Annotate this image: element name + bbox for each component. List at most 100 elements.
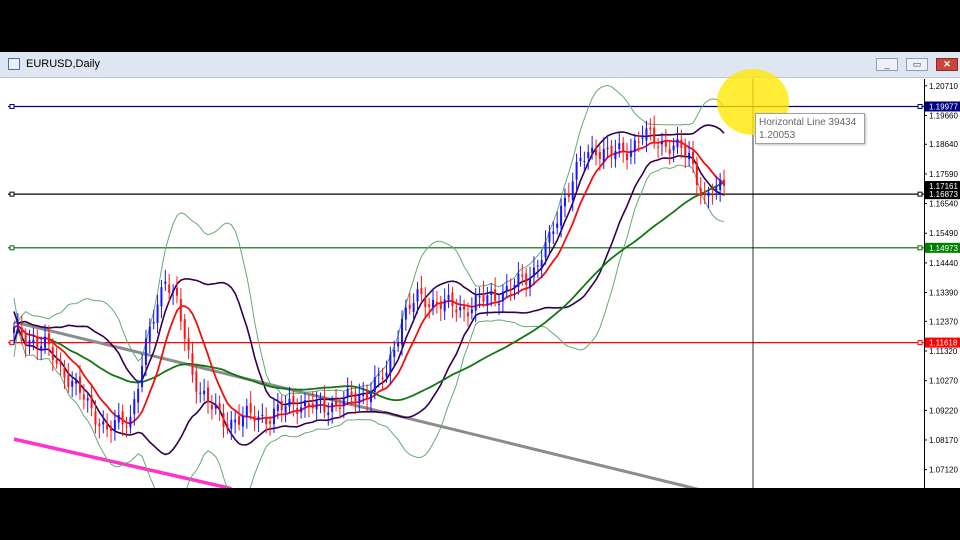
candle-body-108 [432,299,435,308]
y-tick-label-12: 1.08170 [929,436,958,445]
candle-body-58 [238,416,241,425]
candle-body-23 [102,421,105,425]
candle-body-92 [369,392,372,403]
candle-body-4 [28,340,31,345]
candle-body-43 [179,298,182,322]
y-tick-label-5: 1.15490 [929,229,958,238]
restore-button[interactable]: ▭ [906,58,928,71]
candle-body-19 [86,398,89,401]
candle-body-33 [141,366,144,388]
candle-body-12 [59,361,62,365]
candle-body-6 [36,336,39,349]
candle-body-129 [513,285,516,288]
candle-body-86 [346,388,349,398]
candle-body-56 [230,419,233,429]
candle-body-143 [567,194,570,197]
ohlc-values: 1.17440 1.17479 1.16958 1.17161 [90,30,228,40]
candle-body-93 [373,377,376,393]
candle-body-107 [428,304,431,307]
price-marker-label-0: 1.19977 [929,102,958,111]
candle-body-26 [113,420,116,432]
symbol-label: EURUSD,Daily [22,30,83,40]
candle-body-31 [133,399,136,415]
candle-body-183 [723,179,726,187]
candle-body-60 [245,405,248,417]
candle-body-135 [536,265,539,267]
candle-body-118 [470,309,473,314]
candle-body-116 [463,306,466,310]
candle-body-169 [668,149,671,154]
candle-body-126 [501,291,504,302]
candle-body-112 [447,295,450,300]
candle-body-95 [381,377,384,380]
candle-body-52 [214,405,217,409]
candle-body-90 [362,393,365,396]
ma-fast-line [13,139,725,425]
candle-body-50 [207,387,209,402]
candle-body-157 [622,142,625,151]
candle-body-13 [63,367,66,378]
candle-body-104 [416,289,419,302]
candle-body-94 [377,374,380,376]
collapse-triangle-icon[interactable] [16,33,22,38]
candle-body-66 [269,421,272,424]
candle-body-37 [156,304,159,323]
candle-body-114 [455,309,458,313]
candle-body-124 [494,289,497,301]
candle-body-78 [315,400,318,410]
price-axis[interactable]: 1.20710 1.19660 1.18640 1.17590 1.16540 1.154… [924,79,960,488]
candle-body-32 [137,388,140,403]
candle-body-77 [311,403,314,409]
candle-body-8 [44,336,47,348]
minimize-button[interactable]: _ [876,58,898,71]
candle-body-168 [664,141,667,147]
close-button[interactable]: ✕ [936,58,958,71]
candle-body-178 [703,193,706,196]
candle-body-68 [276,404,279,411]
candle-body-44 [183,319,186,339]
candle-body-83 [335,400,338,405]
candle-body-165 [653,127,656,144]
candle-body-121 [482,292,485,302]
candle-body-120 [478,296,481,298]
candle-body-125 [498,303,500,305]
candle-body-10 [51,347,54,361]
candle-body-20 [90,395,93,409]
tooltip-object-name: Horizontal Line 39434 [759,117,857,128]
y-tick-label-11: 1.09220 [929,406,958,415]
candle-body-132 [525,273,528,285]
candle-body-163 [645,128,648,141]
candle-body-72 [292,396,295,405]
candle-body-18 [82,394,85,400]
candle-body-41 [172,290,175,293]
candle-body-75 [304,400,306,407]
candle-body-170 [672,145,675,151]
candle-body-128 [509,288,512,291]
candle-body-161 [637,141,640,143]
candle-body-5 [32,339,35,344]
candle-body-69 [280,401,283,411]
window-titlebar[interactable]: EURUSD,Daily _ ▭ ✕ [0,52,960,78]
candle-body-35 [148,326,151,342]
chart-info-line: EURUSD,Daily 1.17440 1.17479 1.16958 1.1… [12,30,228,40]
candle-body-62 [253,416,256,422]
y-tick-label-3: 1.17590 [929,170,958,179]
candle-body-140 [556,223,559,228]
candle-body-154 [610,145,613,156]
candle-body-173 [684,144,687,157]
candle-body-47 [195,371,198,392]
candle-body-81 [327,412,330,416]
candle-body-100 [401,318,403,345]
candle-body-11 [55,359,58,364]
candle-body-42 [175,287,178,296]
candle-body-34 [144,338,147,365]
line-handle-left-2 [9,245,15,251]
trendline-1 [13,437,232,488]
y-tick-label-1: 1.19660 [929,111,958,120]
candle-body-103 [412,303,415,312]
candle-body-71 [288,398,291,407]
candle-body-158 [626,153,629,161]
price-marker-label-4: 1.11618 [929,339,958,348]
candle-body-67 [272,408,275,425]
candle-body-49 [203,390,206,395]
